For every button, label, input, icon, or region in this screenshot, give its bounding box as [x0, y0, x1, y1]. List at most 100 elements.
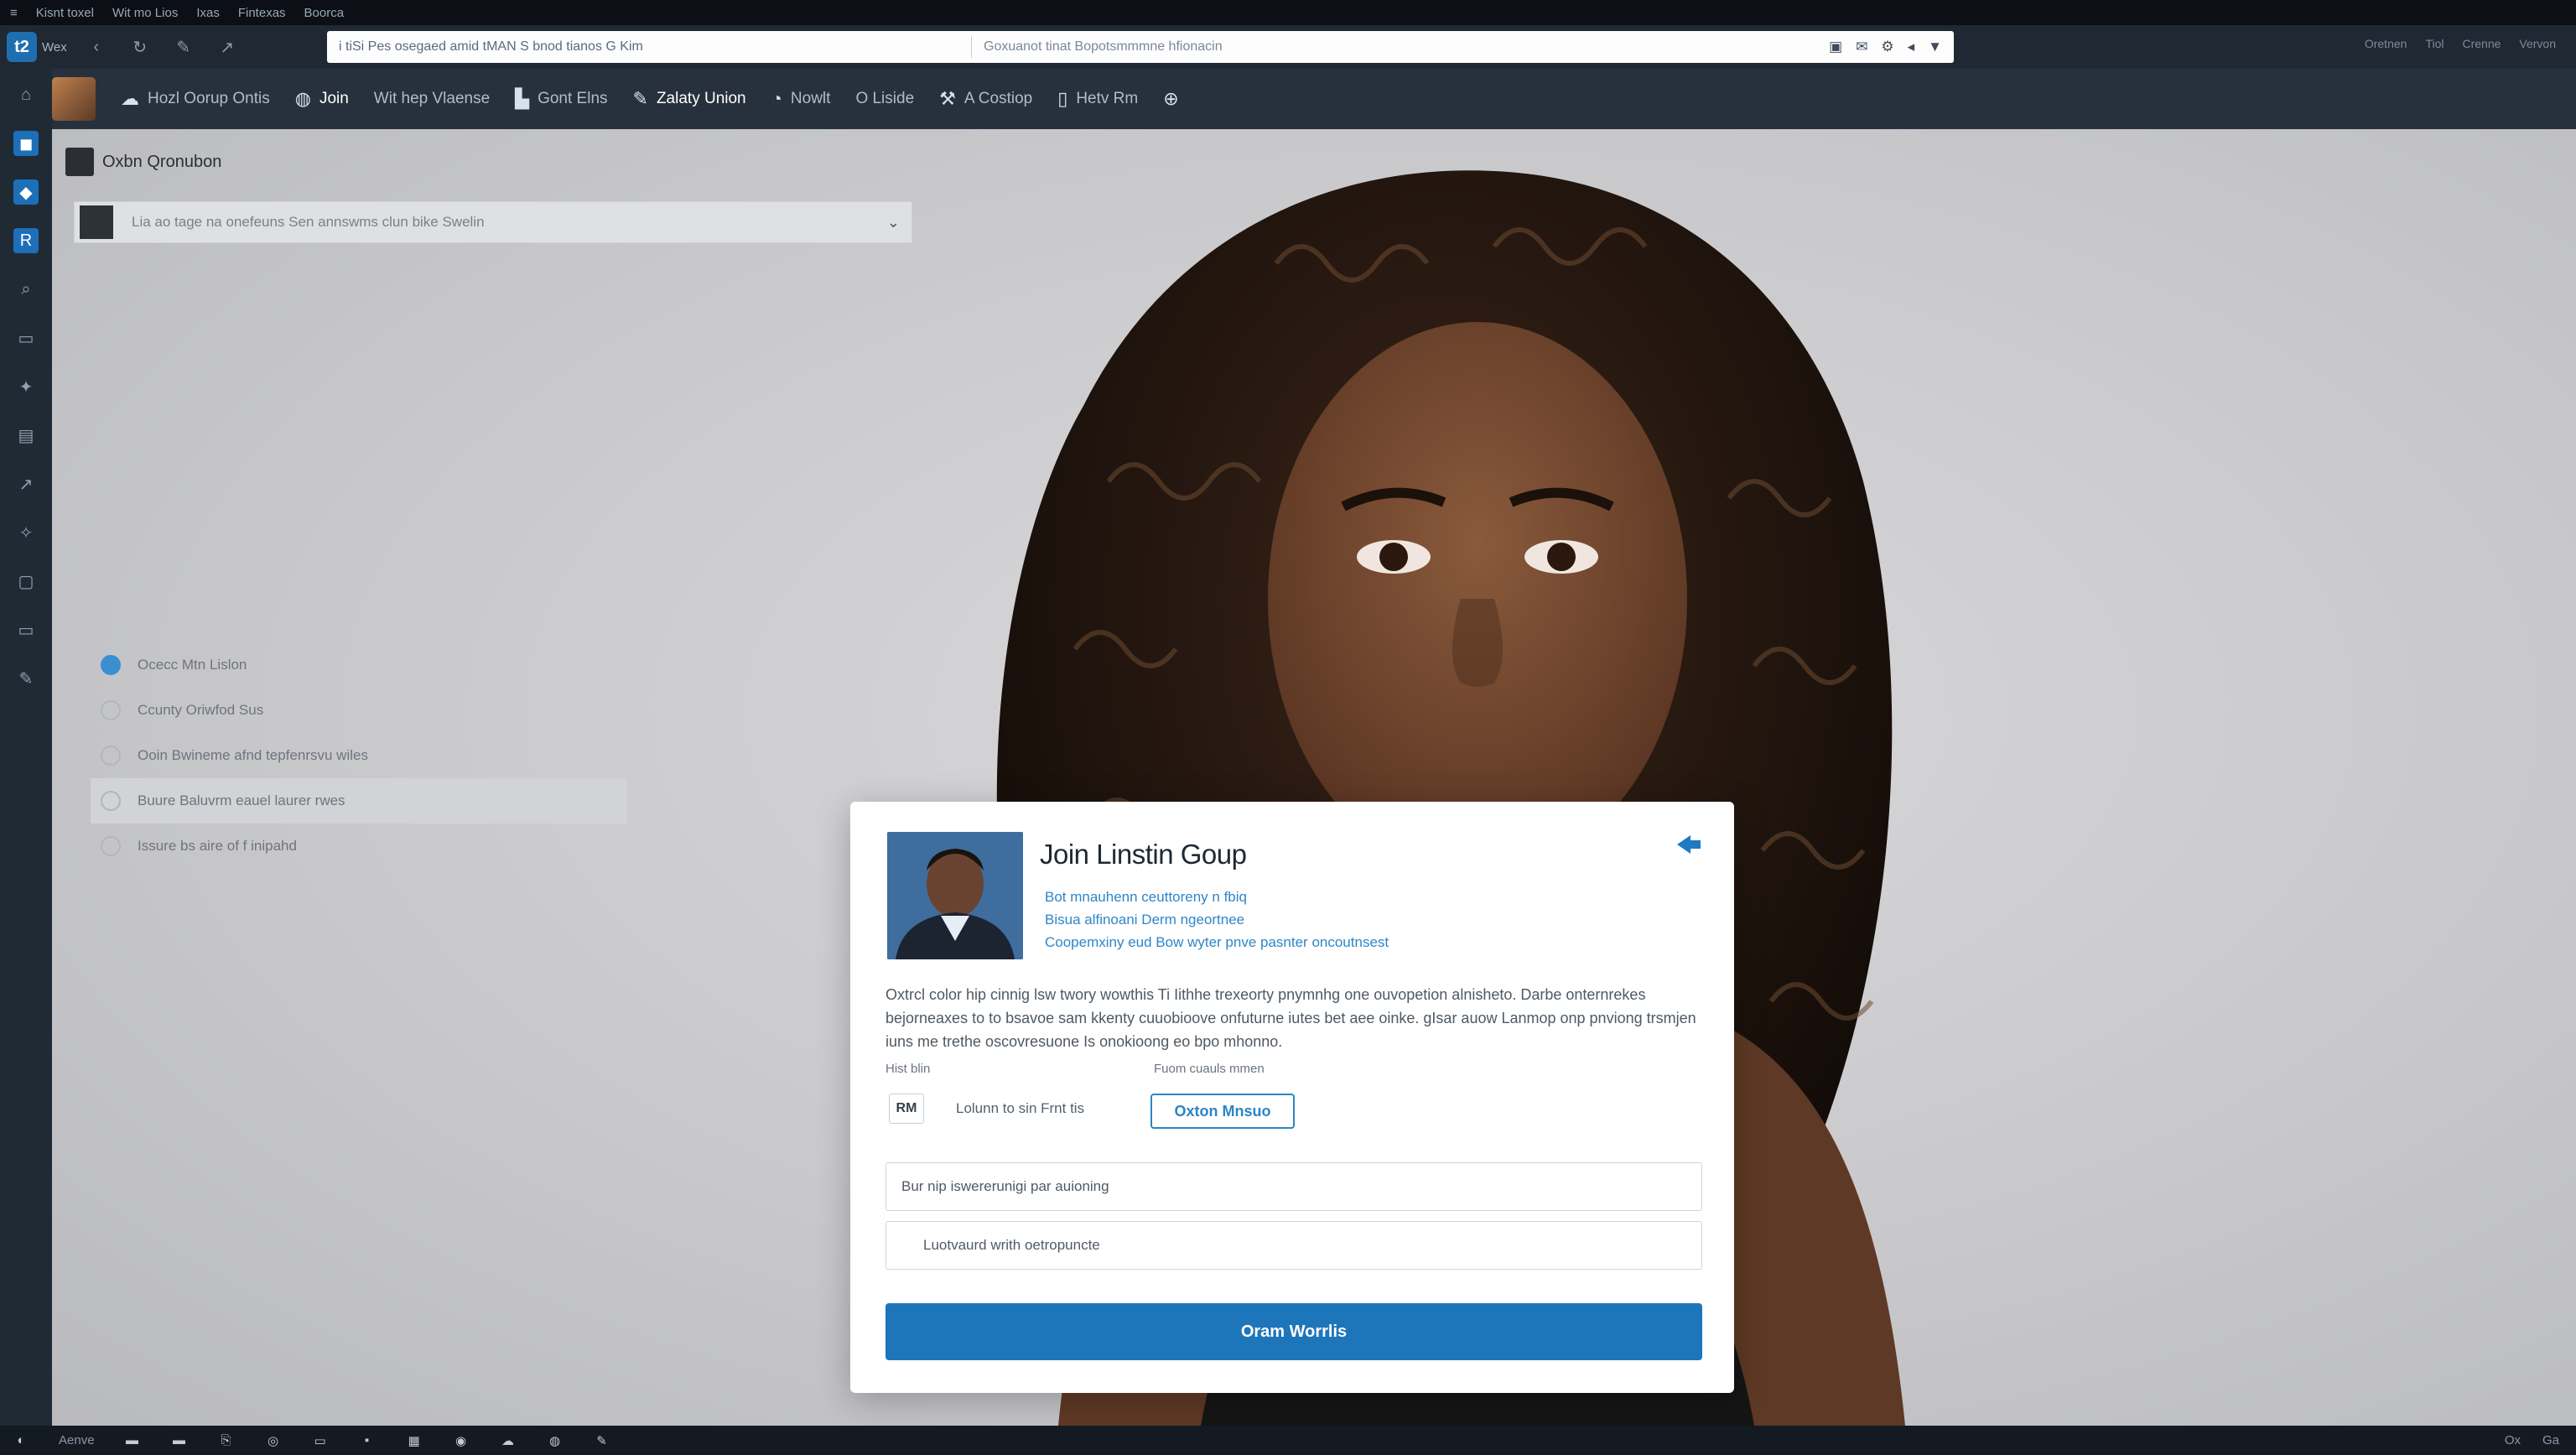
calendar-icon[interactable]: ▭	[13, 617, 39, 642]
topbar-item[interactable]: Wit mo Lios	[112, 6, 178, 20]
dialog-subtitle: Bot mnauhenn ceuttoreny n fbiq Bisua alf…	[1045, 886, 1389, 954]
nav-item[interactable]: ⊕	[1163, 88, 1178, 110]
url-tools: ▣ ✉ ⚙ ◂ ▼	[1829, 39, 1942, 55]
subtitle-line[interactable]: Bisua alfinoani Derm ngeortnee	[1045, 908, 1389, 931]
app-icon[interactable]: ◉	[452, 1432, 470, 1449]
panel-icon	[65, 148, 94, 176]
window-icon[interactable]: ▭	[311, 1432, 330, 1449]
pencil-icon: ✎	[632, 88, 648, 109]
list-item[interactable]: Ooin Bwineme afnd tepfenrsvu wiles	[91, 733, 627, 778]
icon-rail: ⌂ ◼ ◆ R ⌕ ▭ ✦ ▤ ↗ ✧ ▢ ▭ ✎	[0, 69, 52, 1426]
pen-icon[interactable]: ✎	[593, 1432, 611, 1449]
minus-icon[interactable]: ▬	[170, 1432, 189, 1449]
tray: Ox Ga	[2505, 1433, 2559, 1447]
share-icon[interactable]: ↗	[213, 33, 242, 61]
avatar[interactable]	[52, 77, 96, 121]
field-label: Hist blin	[886, 1062, 931, 1076]
taskbar: ◐ Aenve ▬ ▬ ⎘ ◎ ▭ ▪ ▦ ◉ ☁ ◍ ✎ Ox Ga	[0, 1426, 2576, 1455]
bookmark-icon[interactable]: ▣	[1829, 39, 1842, 55]
bell-icon[interactable]: ✦	[13, 374, 39, 399]
menu-icon[interactable]: ≡	[10, 6, 18, 20]
drop-icon: ◔	[771, 88, 782, 109]
taskbar-item[interactable]: Aenve	[59, 1433, 95, 1447]
window-item[interactable]: Oretnen	[2365, 37, 2407, 50]
url-text[interactable]: i tiSi Pes osegaed amid tMAN S bnod tian…	[339, 39, 959, 55]
edit-icon[interactable]: ✎	[13, 666, 39, 691]
app-navigation: ☁ Hozl Oorup Ontis ◍ Join Wit hep Vlaense …	[0, 69, 2576, 129]
message-input[interactable]	[886, 1162, 1702, 1211]
window-item[interactable]: Crenne	[2462, 37, 2501, 50]
edit-icon[interactable]: ✎	[169, 33, 198, 61]
link-icon[interactable]: ⎘	[217, 1432, 236, 1449]
globe-icon: ◍	[294, 88, 311, 109]
address-bar[interactable]: i tiSi Pes osegaed amid tMAN S bnod tian…	[327, 31, 1954, 63]
link-icon: ⊕	[1163, 88, 1179, 109]
topbar-item[interactable]: Kisnt toxel	[36, 6, 94, 20]
chart-icon[interactable]: ↗	[13, 471, 39, 496]
tray-item[interactable]: Ga	[2542, 1433, 2559, 1447]
list-item[interactable]: Issure bs aire of f inipahd	[91, 824, 627, 869]
subtitle-line[interactable]: Bot mnauhenn ceuttoreny n fbiq	[1045, 886, 1389, 908]
radio-icon	[101, 836, 121, 856]
close-icon[interactable]	[1674, 832, 1704, 857]
join-group-dialog: Join Linstin Goup Bot mnauhenn ceuttoren…	[850, 802, 1734, 1393]
profile-icon[interactable]: ◼	[13, 131, 39, 156]
tray-item[interactable]: Ox	[2505, 1433, 2521, 1447]
search-hint[interactable]: Goxuanot tinat Bopotsmmmne hfionacin	[984, 39, 1829, 55]
main-content: Oxbn Qronubon Lia ao tage na onefeuns Se…	[52, 129, 2576, 1426]
browser-nav-label[interactable]: Wex	[42, 40, 67, 55]
subtitle-line[interactable]: Coopemxiny eud Bow wyter pnve pasnter on…	[1045, 931, 1389, 954]
pin-icon[interactable]: ✧	[13, 520, 39, 545]
network-icon[interactable]: ◆	[13, 179, 39, 205]
side-panel-title: Oxbn Qronubon	[65, 148, 221, 176]
details-input[interactable]	[886, 1221, 1702, 1270]
app-logo[interactable]: t2	[7, 32, 37, 62]
topbar-item[interactable]: Ixas	[196, 6, 220, 20]
message-icon[interactable]: ✉	[1856, 39, 1867, 55]
radio-icon	[101, 746, 121, 766]
inbox-icon[interactable]: ▢	[13, 569, 39, 594]
dialog-description: Oxtrcl color hip cinnig lsw twory wowthi…	[886, 986, 1696, 1050]
nav-item[interactable]: ◍ Join	[295, 88, 349, 110]
nav-item[interactable]: O Liside	[855, 90, 914, 108]
message-icon[interactable]: ▭	[13, 325, 39, 351]
divider	[971, 36, 972, 58]
minus-icon[interactable]: ▬	[123, 1432, 142, 1449]
topbar-item[interactable]: Fintexas	[238, 6, 286, 20]
nav-item[interactable]: ☁ Hozl Oorup Ontis	[121, 88, 270, 110]
settings-icon[interactable]: ⚙	[1881, 39, 1893, 55]
topbar-item[interactable]: Boorca	[304, 6, 345, 20]
refresh-icon[interactable]: ↻	[126, 33, 154, 61]
chat-icon[interactable]: ▪	[358, 1432, 377, 1449]
submit-button[interactable]: Oram Worrlis	[886, 1303, 1702, 1360]
select-icon	[80, 205, 113, 239]
nav-item[interactable]: ▯ Hetv Rm	[1057, 88, 1138, 110]
radio-icon	[101, 700, 121, 720]
alert-icon[interactable]: ◍	[546, 1432, 564, 1449]
nav-item[interactable]: Wit hep Vlaense	[374, 90, 490, 108]
folder-icon[interactable]: ▤	[13, 423, 39, 448]
globe-icon[interactable]: ◎	[264, 1432, 283, 1449]
nav-item[interactable]: ▙ Gont Elns	[515, 88, 607, 110]
option-button[interactable]: Oxton Mnsuo	[1150, 1094, 1295, 1129]
back-icon[interactable]: ‹	[82, 33, 111, 61]
list-item[interactable]: Buure Baluvrm eauel laurer rwes	[91, 778, 627, 824]
window-item[interactable]: Tiol	[2425, 37, 2444, 50]
home-icon[interactable]: ⌂	[13, 82, 39, 107]
window-controls: Oretnen Tiol Crenne Vervon	[2365, 37, 2556, 50]
nav-item[interactable]: ✎ Zalaty Union	[633, 88, 746, 110]
window-item[interactable]: Vervon	[2519, 37, 2556, 50]
nav-item[interactable]: ◔ Nowlt	[771, 88, 831, 110]
cloud-icon[interactable]: ☁	[499, 1432, 517, 1449]
jobs-icon[interactable]: R	[13, 228, 39, 253]
group-select[interactable]: Lia ao tage na onefeuns Sen annswms clun…	[74, 201, 912, 243]
files-icon[interactable]: ▦	[405, 1432, 423, 1449]
filter-icon[interactable]: ▼	[1928, 39, 1942, 55]
volume-icon[interactable]: ◂	[1908, 39, 1915, 55]
list-item[interactable]: Ocecc Mtn Lislon	[91, 642, 627, 688]
list-item[interactable]: Ccunty Oriwfod Sus	[91, 688, 627, 733]
nav-item[interactable]: ⚒ A Costiop	[939, 88, 1032, 110]
dialog-title: Join Linstin Goup	[1040, 839, 1247, 870]
start-icon[interactable]: ◐	[12, 1432, 30, 1449]
search-icon[interactable]: ⌕	[13, 277, 39, 302]
